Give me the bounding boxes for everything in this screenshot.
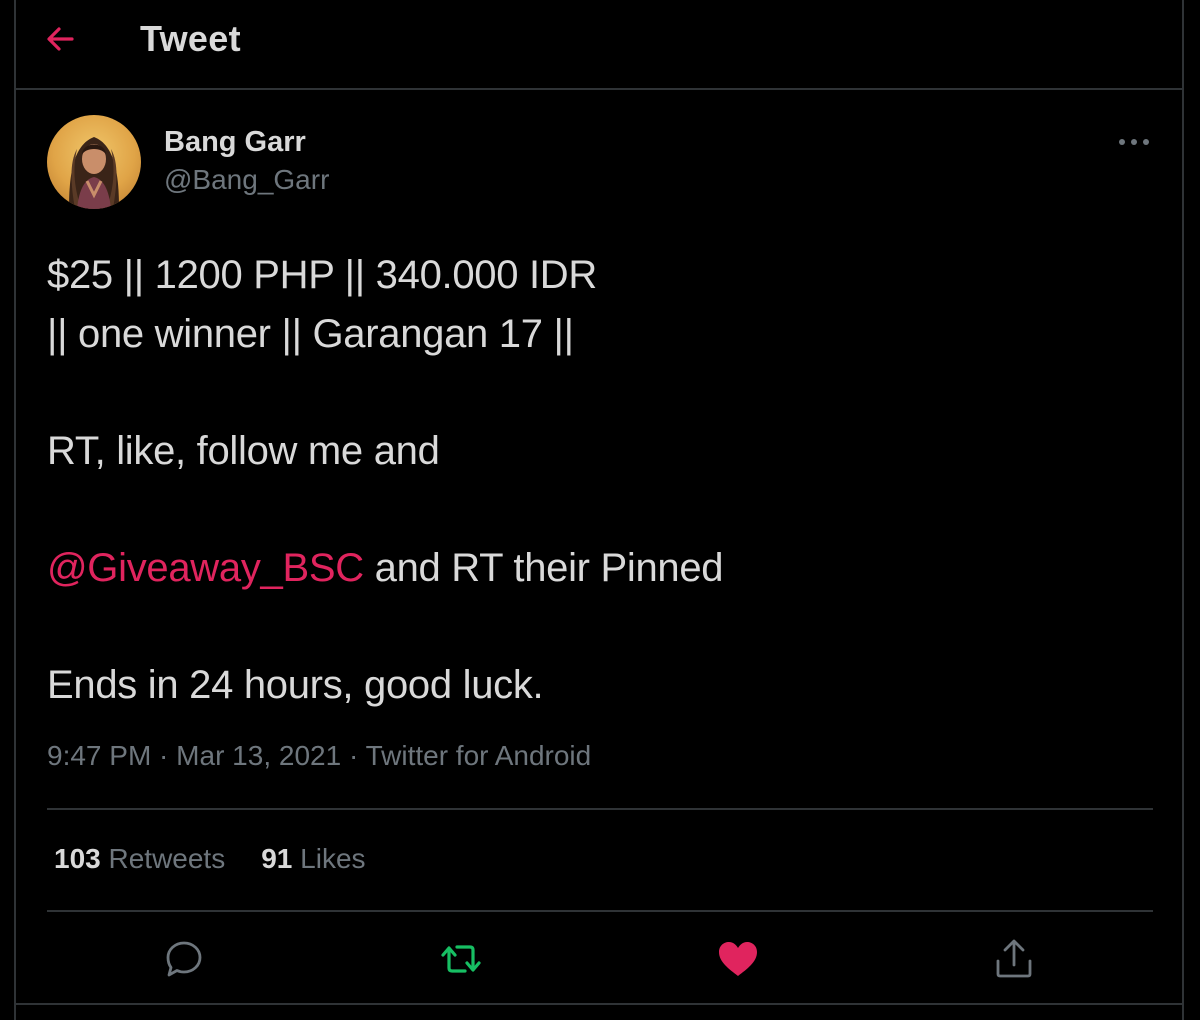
back-button[interactable]	[40, 18, 80, 58]
tweet-text-line	[47, 597, 1157, 656]
retweets-stat[interactable]: 103 Retweets	[54, 843, 225, 875]
tweet-source[interactable]: Twitter for Android	[366, 740, 592, 771]
tweet-text-line: $25 || 1200 PHP || 340.000 IDR	[47, 253, 597, 297]
back-arrow-icon	[47, 27, 74, 51]
tweet-text-line: RT, like, follow me and	[47, 428, 440, 473]
divider	[47, 910, 1153, 912]
likes-stat[interactable]: 91 Likes	[261, 843, 365, 875]
avatar[interactable]	[47, 115, 141, 209]
tweet-text: $25 || 1200 PHP || 340.000 IDR || one wi…	[47, 246, 1157, 714]
tweet-stats: 103 Retweets 91 Likes	[54, 843, 366, 875]
retweets-label: Retweets	[100, 843, 226, 874]
tweet-text-line: || one winner || Garangan 17 ||	[47, 311, 574, 356]
avatar-image	[69, 137, 119, 209]
author-display-name[interactable]: Bang Garr	[164, 126, 306, 159]
mention-line-text: and RT their Pinned	[363, 545, 724, 590]
likes-label: Likes	[292, 843, 366, 874]
divider	[47, 808, 1153, 810]
like-button[interactable]	[715, 936, 761, 982]
meta-separator: ·	[151, 740, 177, 771]
share-button[interactable]	[991, 936, 1037, 982]
tweet-text-line	[47, 480, 1157, 539]
tweet-text-mention-line: @Giveaway_BSC and RT their Pinned	[47, 539, 1157, 598]
tweet-time[interactable]: 9:47 PM	[47, 740, 151, 771]
more-options-button[interactable]	[1116, 128, 1152, 156]
retweet-button[interactable]	[438, 936, 484, 982]
likes-count: 91	[261, 843, 293, 874]
divider	[16, 1003, 1184, 1005]
share-icon	[996, 939, 1032, 978]
heart-icon	[719, 942, 757, 976]
mention-link[interactable]: @Giveaway_BSC	[47, 546, 364, 590]
page-title: Tweet	[140, 18, 241, 59]
tweet-metadata: 9:47 PM · Mar 13, 2021 · Twitter for And…	[47, 740, 591, 772]
reply-button[interactable]	[161, 936, 207, 982]
meta-separator: ·	[341, 740, 366, 771]
retweet-icon	[441, 945, 481, 973]
author-handle[interactable]: @Bang_Garr	[164, 164, 329, 196]
retweets-count: 103	[54, 843, 101, 874]
tweet-text-line	[47, 363, 1157, 422]
tweet-date[interactable]: Mar 13, 2021	[176, 740, 341, 771]
more-horizontal-icon	[1119, 139, 1149, 145]
reply-icon	[166, 941, 202, 977]
tweet-text-line: Ends in 24 hours, good luck.	[47, 662, 544, 707]
